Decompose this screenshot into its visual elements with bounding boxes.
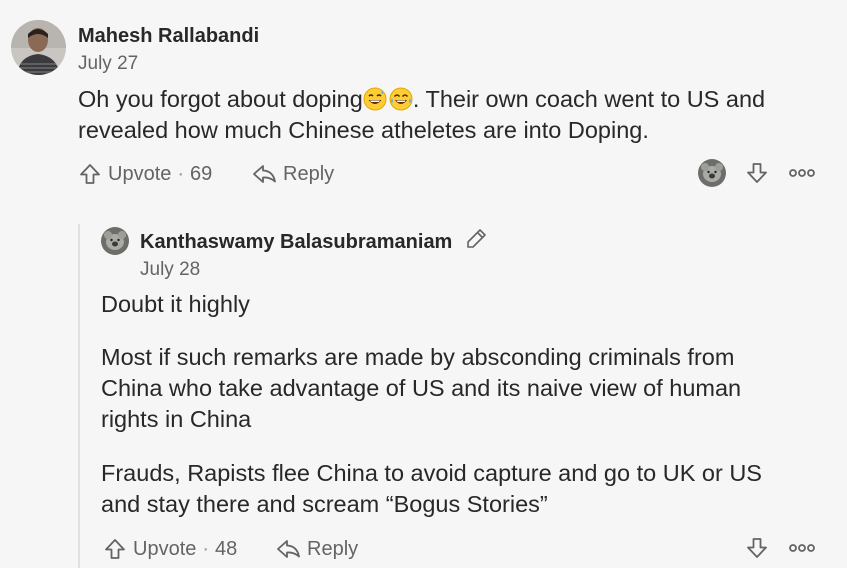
commenter-avatar[interactable] bbox=[11, 20, 66, 75]
comment-text-start: Oh you forgot about doping bbox=[78, 86, 363, 112]
reply-reply-button[interactable]: Reply bbox=[275, 532, 358, 566]
downvote-arrow-icon bbox=[747, 163, 767, 183]
comment-date[interactable]: July 27 bbox=[78, 53, 138, 75]
upvote-separator: · bbox=[177, 162, 185, 185]
grinning-sweat-emoji-icon bbox=[363, 87, 387, 111]
comment-text: Oh you forgot about doping . Their own co… bbox=[78, 84, 838, 146]
reply-upvote-label: Upvote bbox=[133, 537, 197, 560]
comment-text-line1-end: . Their own coach went to US and bbox=[412, 86, 766, 112]
reply-thread-line bbox=[78, 224, 80, 568]
upvote-arrow-icon bbox=[103, 537, 127, 561]
reply-reply-label: Reply bbox=[307, 537, 359, 560]
more-options-button[interactable] bbox=[787, 158, 817, 188]
tears-of-joy-emoji-icon bbox=[389, 87, 413, 111]
upvote-arrow-icon bbox=[78, 162, 102, 186]
upvote-count: 69 bbox=[190, 162, 213, 185]
reply-label: Reply bbox=[283, 162, 335, 185]
comment-text-line2: revealed how much Chinese atheletes are … bbox=[78, 117, 649, 143]
upvote-label: Upvote bbox=[108, 162, 172, 185]
reply-button[interactable]: Reply bbox=[251, 157, 334, 191]
downvote-arrow-icon bbox=[747, 538, 767, 558]
reply-arrow-icon bbox=[251, 162, 277, 186]
more-options-icon bbox=[789, 169, 815, 177]
reply-paragraph-1: Doubt it highly bbox=[101, 291, 250, 317]
more-options-icon bbox=[789, 544, 815, 552]
reply-upvote-count: 48 bbox=[215, 537, 238, 560]
reply-upvote-separator: · bbox=[202, 537, 210, 560]
viewer-avatar[interactable] bbox=[698, 159, 726, 187]
replier-name[interactable]: Kanthaswamy Balasubramaniam bbox=[140, 230, 452, 254]
replier-avatar[interactable] bbox=[101, 227, 129, 255]
upvote-button[interactable]: Upvote · 69 bbox=[78, 157, 212, 191]
reply-downvote-button[interactable] bbox=[742, 533, 772, 563]
commenter-name[interactable]: Mahesh Rallabandi bbox=[78, 24, 259, 48]
pen-edit-icon bbox=[467, 229, 486, 248]
downvote-button[interactable] bbox=[742, 158, 772, 188]
reply-more-options-button[interactable] bbox=[787, 533, 817, 563]
reply-upvote-button[interactable]: Upvote · 48 bbox=[103, 532, 237, 566]
reply-paragraph-2: Most if such remarks are made by abscond… bbox=[101, 344, 742, 432]
reply-arrow-icon bbox=[275, 537, 301, 561]
reply-date[interactable]: July 28 bbox=[140, 259, 200, 281]
reply-paragraph-3: Frauds, Rapists flee China to avoid capt… bbox=[101, 460, 762, 517]
